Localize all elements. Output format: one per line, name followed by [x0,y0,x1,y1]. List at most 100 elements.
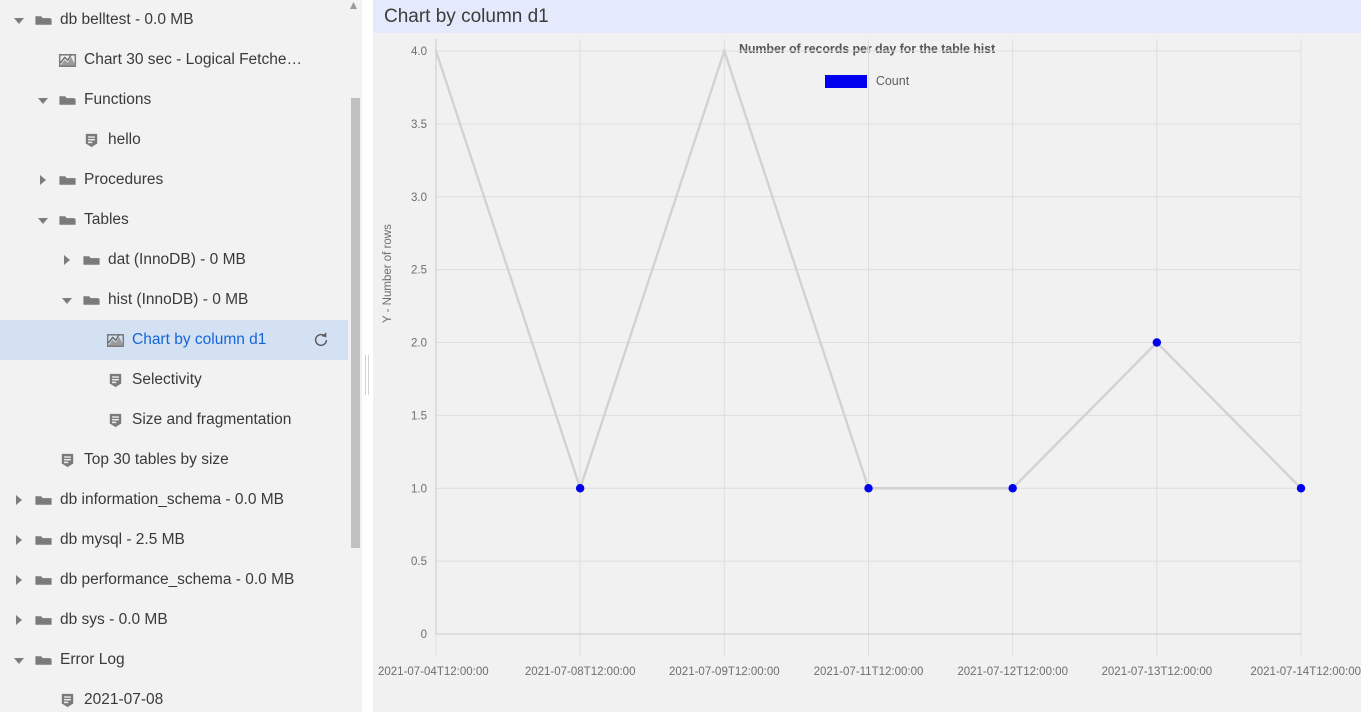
script-icon [109,373,121,387]
tree-item-label: Tables [84,211,129,228]
x-tick-label: 2021-07-09T12:00:00 [669,666,780,678]
tree-item-label: Chart by column d1 [132,331,267,348]
data-point[interactable] [864,484,873,493]
panel-splitter[interactable] [362,0,373,712]
folder-open-icon [82,295,100,305]
folder-closed-icon [82,255,100,265]
splitter-grip-icon [365,355,370,395]
folder-closed-icon [34,575,52,585]
script-icon [54,680,80,712]
chart-panel: Chart by column d1 Number of records per… [373,0,1361,712]
folder-closed-icon [58,175,76,185]
refresh-icon[interactable] [312,331,330,349]
tree-item-db-information-schema-0-0-mb[interactable]: db information_schema - 0.0 MB [0,480,348,520]
tree-item-top-30-tables-by-size[interactable]: Top 30 tables by size [0,440,348,480]
database-tree-sidebar: db belltest - 0.0 MB Chart 30 sec - Logic… [0,0,362,712]
x-tick-label: 2021-07-08T12:00:00 [525,666,636,678]
chevron-right-icon[interactable] [56,240,78,280]
tree-item-db-sys-0-0-mb[interactable]: db sys - 0.0 MB [0,600,348,640]
tree-item-label: Chart 30 sec - Logical Fetche… [84,51,302,68]
tree-item-db-belltest-0-0-mb[interactable]: db belltest - 0.0 MB [0,0,348,40]
tree-item-2021-07-08[interactable]: 2021-07-08 [0,680,348,712]
tree-item-procedures[interactable]: Procedures [0,160,348,200]
folder-closed-icon [34,535,52,545]
tree-item-label: Functions [84,91,152,108]
folder-closed-icon [54,160,80,200]
data-point[interactable] [1152,338,1162,347]
tree-item-chart-by-column-d1[interactable]: Chart by column d1 [0,320,348,360]
script-icon [54,440,80,480]
database-tree: db belltest - 0.0 MB Chart 30 sec - Logic… [0,0,348,712]
chart-icon [102,320,128,360]
x-tick-label: 2021-07-11T12:00:00 [814,666,924,678]
folder-closed-icon [78,240,104,280]
script-icon [109,413,121,427]
tree-item-dat-innodb-0-mb[interactable]: dat (InnoDB) - 0 MB [0,240,348,280]
chevron-right-icon[interactable] [8,560,30,600]
y-tick-label: 2.5 [411,265,427,277]
folder-closed-icon [30,560,56,600]
tree-item-error-log[interactable]: Error Log [0,640,348,680]
chevron-down-icon[interactable] [8,0,30,40]
tree-item-label: hist (InnoDB) - 0 MB [108,291,249,308]
tree-item-hist-innodb-0-mb[interactable]: hist (InnoDB) - 0 MB [0,280,348,320]
script-icon [78,120,104,160]
folder-closed-icon [30,520,56,560]
chevron-right-icon[interactable] [32,160,54,200]
tree-item-selectivity[interactable]: Selectivity [0,360,348,400]
chart-plot[interactable]: 0 0.5 1.0 1.5 2.0 2.5 3.0 3.5 4.0 2021-07-04T12:0… [373,33,1361,712]
tree-item-label: Top 30 tables by size [84,451,229,468]
application-window: db belltest - 0.0 MB Chart 30 sec - Logic… [0,0,1361,712]
tree-item-label: Size and fragmentation [132,411,292,428]
tree-item-db-mysql-2-5-mb[interactable]: db mysql - 2.5 MB [0,520,348,560]
tree-item-label: db sys - 0.0 MB [60,611,168,628]
y-tick-label: 0 [421,629,427,641]
folder-closed-icon [30,600,56,640]
tree-item-chart-30-sec-logical-fetche[interactable]: Chart 30 sec - Logical Fetche… [0,40,348,80]
tree-item-db-performance-schema-0-0-mb[interactable]: db performance_schema - 0.0 MB [0,560,348,600]
chevron-down-icon[interactable] [56,280,78,320]
y-tick-label: 1.5 [411,410,427,422]
folder-closed-icon [34,615,52,625]
x-tick-label: 2021-07-13T12:00:00 [1102,666,1213,678]
folder-closed-icon [30,480,56,520]
tree-item-label: Procedures [84,171,164,188]
tree-item-tables[interactable]: Tables [0,200,348,240]
folder-open-icon [54,80,80,120]
folder-open-icon [34,15,52,25]
chevron-down-icon[interactable] [8,640,30,680]
chevron-down-icon[interactable] [32,200,54,240]
tree-item-label: db performance_schema - 0.0 MB [60,571,295,588]
tree-item-label: hello [108,131,141,148]
tree-item-functions[interactable]: Functions [0,80,348,120]
chevron-down-icon[interactable] [32,80,54,120]
folder-open-icon [58,95,76,105]
tree-item-size-and-fragmentation[interactable]: Size and fragmentation [0,400,348,440]
scroll-up-arrow-icon[interactable] [349,1,358,11]
chevron-right-icon[interactable] [8,520,30,560]
tree-item-label: db mysql - 2.5 MB [60,531,185,548]
script-icon [85,133,97,147]
folder-open-icon [34,655,52,665]
data-point[interactable] [575,484,585,493]
page-title: Chart by column d1 [384,5,549,27]
y-tick-label: 3.0 [411,192,427,204]
script-icon [102,400,128,440]
chevron-right-icon[interactable] [8,600,30,640]
x-tick-label: 2021-07-14T12:00:00 [1250,666,1361,678]
chevron-right-icon[interactable] [8,480,30,520]
data-point[interactable] [1008,484,1017,493]
x-tick-label: 2021-07-04T12:00:00 [378,666,489,678]
sidebar-scrollbar-thumb[interactable] [351,98,360,548]
script-icon [61,453,73,467]
folder-open-icon [78,280,104,320]
tree-item-label: db belltest - 0.0 MB [60,11,194,28]
folder-closed-icon [34,495,52,505]
tree-item-hello[interactable]: hello [0,120,348,160]
data-point[interactable] [1296,484,1306,493]
folder-open-icon [30,640,56,680]
folder-open-icon [30,0,56,40]
